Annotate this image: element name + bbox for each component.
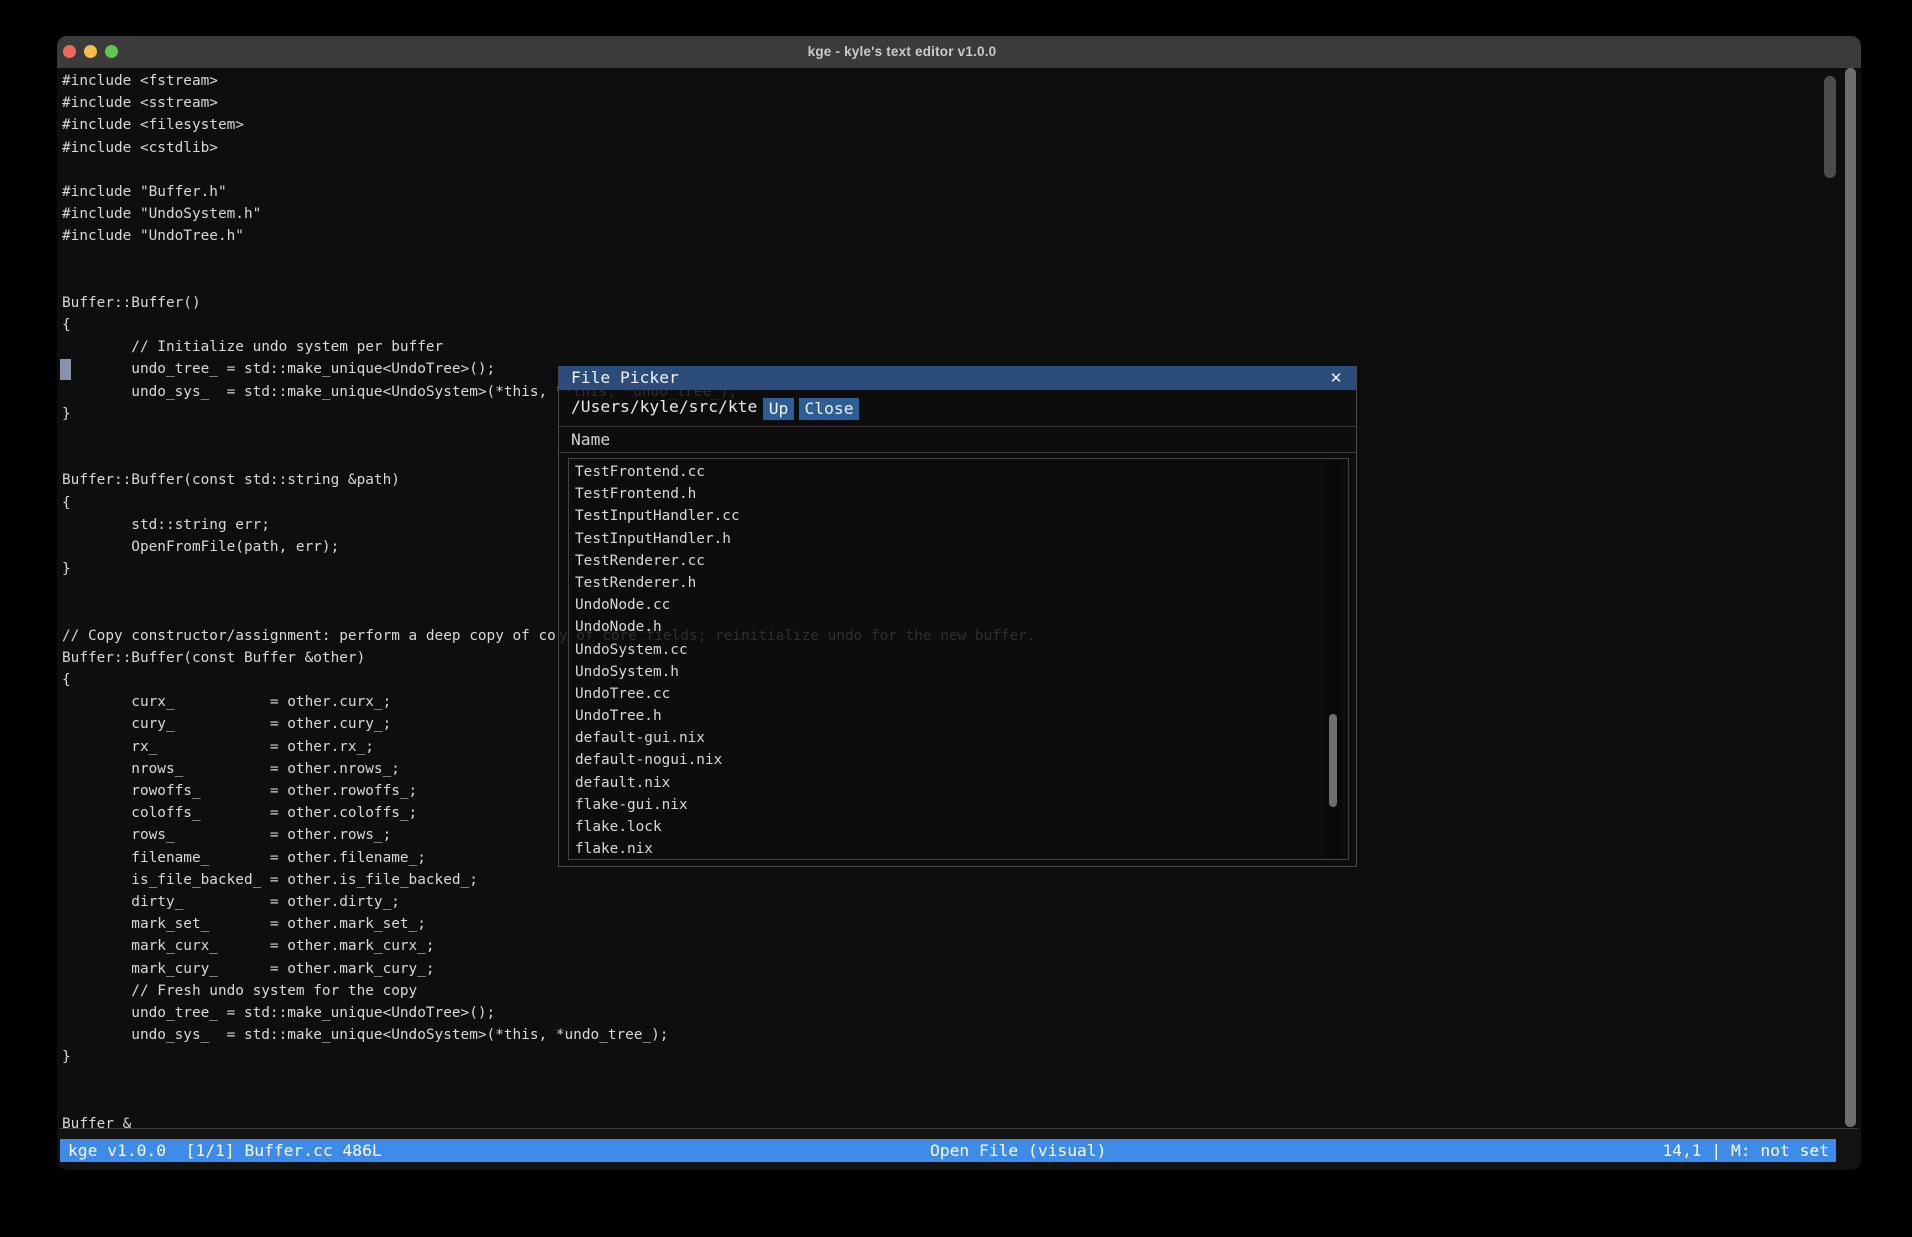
code-line: dirty_ = other.dirty_; (62, 891, 1842, 913)
file-list-scrollbar-thumb[interactable] (1329, 714, 1337, 807)
file-list[interactable]: TestFrontend.ccTestFrontend.hTestInputHa… (568, 458, 1349, 860)
file-picker-dialog: *this, *undo_tree_); y of core fields; r… (558, 366, 1357, 867)
file-list-item[interactable]: TestRenderer.cc (575, 550, 1315, 572)
window-scrollbar[interactable] (1845, 68, 1856, 1127)
divider (559, 426, 1356, 427)
file-list-item[interactable]: default-nogui.nix (575, 749, 1315, 771)
code-line: mark_set_ = other.mark_set_; (62, 913, 1842, 935)
code-line: // Fresh undo system for the copy (62, 980, 1842, 1002)
code-line: mark_cury_ = other.mark_cury_; (62, 958, 1842, 980)
code-line: Buffer & (62, 1113, 1842, 1128)
file-list-item[interactable]: TestInputHandler.cc (575, 505, 1315, 527)
status-bar: kge v1.0.0 [1/1] Buffer.cc 486L Open Fil… (60, 1139, 1836, 1162)
code-line (62, 248, 1842, 270)
dialog-title: File Picker (571, 366, 679, 390)
file-list-item[interactable]: flake.lock (575, 816, 1315, 838)
code-line: undo_tree_ = std::make_unique<UndoTree>(… (62, 1002, 1842, 1024)
code-line: is_file_backed_ = other.is_file_backed_; (62, 869, 1842, 891)
status-mode: Open File (visual) (930, 1139, 1106, 1162)
file-list-item[interactable]: TestFrontend.h (575, 483, 1315, 505)
text-cursor (60, 359, 71, 380)
dialog-titlebar[interactable]: File Picker ✕ (559, 366, 1356, 390)
file-list-item[interactable]: flake-gui.nix (575, 794, 1315, 816)
window-title: kge - kyle's text editor v1.0.0 (0, 36, 1804, 68)
file-list-item[interactable]: UndoNode.h (575, 616, 1315, 638)
code-line: Buffer::Buffer() (62, 292, 1842, 314)
file-list-item[interactable]: UndoTree.h (575, 705, 1315, 727)
divider (559, 452, 1356, 453)
file-items: TestFrontend.ccTestFrontend.hTestInputHa… (575, 461, 1315, 860)
dialog-path-row: /Users/kyle/src/kte Up Close (559, 394, 1356, 422)
file-list-item[interactable]: UndoSystem.h (575, 661, 1315, 683)
screen: kge - kyle's text editor v1.0.0 #include… (0, 0, 1912, 1237)
current-path: /Users/kyle/src/kte (571, 394, 757, 420)
code-line (62, 270, 1842, 292)
close-button[interactable]: Close (799, 398, 859, 420)
code-line: #include <sstream> (62, 92, 1842, 114)
code-line: #include "UndoTree.h" (62, 225, 1842, 247)
statusbar-separator (59, 1128, 1858, 1129)
code-line: #include <cstdlib> (62, 137, 1842, 159)
editor-scrollbar-thumb[interactable] (1824, 76, 1836, 178)
code-line: // Initialize undo system per buffer (62, 336, 1842, 358)
code-line: undo_sys_ = std::make_unique<UndoSystem>… (62, 1024, 1842, 1046)
code-line (62, 1091, 1842, 1113)
code-line: } (62, 1046, 1842, 1068)
file-list-item[interactable]: flake.nix (575, 838, 1315, 860)
code-line (62, 159, 1842, 181)
code-line: mark_curx_ = other.mark_curx_; (62, 935, 1842, 957)
code-line: #include <filesystem> (62, 114, 1842, 136)
status-cursor-position: 14,1 | M: not set (1662, 1139, 1829, 1162)
file-list-item[interactable]: TestRenderer.h (575, 572, 1315, 594)
file-list-item[interactable]: default-gui.nix (575, 727, 1315, 749)
up-button[interactable]: Up (763, 398, 794, 420)
status-file-info: kge v1.0.0 [1/1] Buffer.cc 486L (68, 1139, 382, 1162)
code-line: #include <fstream> (62, 70, 1842, 92)
code-line (62, 1068, 1842, 1090)
code-line: { (62, 314, 1842, 336)
file-list-item[interactable]: UndoTree.cc (575, 683, 1315, 705)
file-list-item[interactable]: UndoNode.cc (575, 594, 1315, 616)
close-icon[interactable]: ✕ (1326, 366, 1346, 390)
code-line: #include "Buffer.h" (62, 181, 1842, 203)
file-list-item[interactable]: TestInputHandler.h (575, 528, 1315, 550)
file-list-item[interactable]: TestFrontend.cc (575, 461, 1315, 483)
file-list-item[interactable]: default.nix (575, 772, 1315, 794)
code-line: #include "UndoSystem.h" (62, 203, 1842, 225)
name-column-header: Name (571, 427, 610, 452)
file-list-item[interactable]: UndoSystem.cc (575, 639, 1315, 661)
